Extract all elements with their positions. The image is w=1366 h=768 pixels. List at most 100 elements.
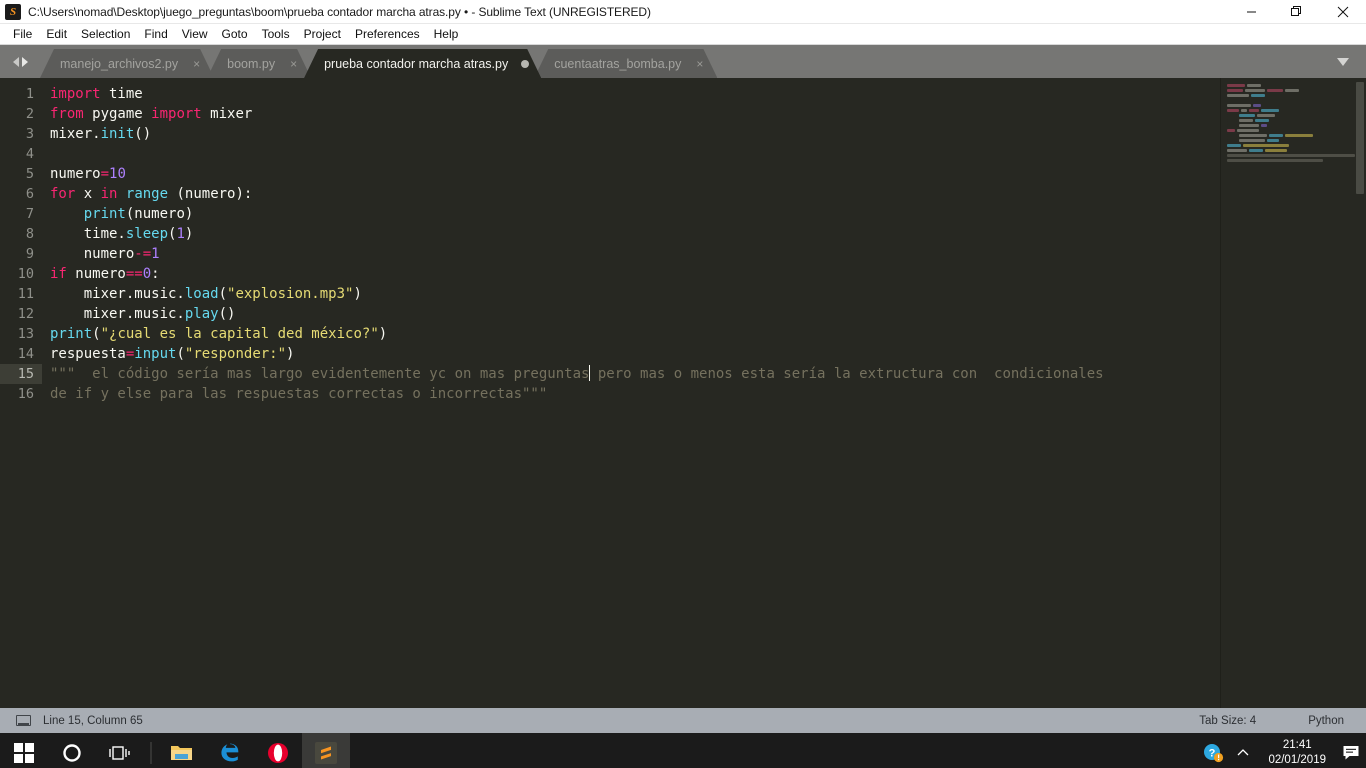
code-token: 10 — [109, 166, 126, 182]
code-line[interactable]: """ el código sería mas largo evidenteme… — [50, 364, 1366, 384]
tab-close-icon[interactable]: × — [288, 58, 299, 70]
code-token: numero — [50, 246, 135, 262]
menu-item-goto[interactable]: Goto — [215, 25, 255, 44]
code-line[interactable]: mixer.music.load("explosion.mp3") — [50, 284, 1366, 304]
code-token: range — [125, 186, 169, 202]
close-button[interactable] — [1320, 0, 1366, 24]
minimap-segment — [1245, 89, 1265, 92]
minimap-segment — [1227, 119, 1237, 122]
code-token: numero — [66, 266, 126, 282]
sublime-text-icon — [315, 742, 337, 764]
minimap-segment — [1227, 84, 1245, 87]
code-line[interactable]: respuesta=input("responder:") — [50, 344, 1366, 364]
code-token: import — [50, 86, 101, 102]
tab-close-icon[interactable]: × — [694, 58, 705, 70]
tab-inactive-1[interactable]: boom.py × — [207, 49, 311, 78]
code-minimap[interactable] — [1220, 78, 1366, 708]
code-token: : — [151, 266, 160, 282]
code-line[interactable]: print("¿cual es la capital ded méxico?") — [50, 324, 1366, 344]
menu-item-help[interactable]: Help — [427, 25, 466, 44]
code-line[interactable]: for x in range (numero): — [50, 184, 1366, 204]
minimap-segment — [1227, 134, 1237, 137]
windows-logo-icon — [13, 742, 35, 764]
code-line[interactable]: from pygame import mixer — [50, 104, 1366, 124]
code-line[interactable] — [50, 144, 1366, 164]
arrow-right-icon[interactable] — [21, 56, 28, 67]
code-line[interactable]: mixer.music.play() — [50, 304, 1366, 324]
action-center-button[interactable] — [1336, 733, 1366, 768]
code-line[interactable]: numero=10 — [50, 164, 1366, 184]
menu-item-edit[interactable]: Edit — [39, 25, 74, 44]
clock-button[interactable]: 21:41 02/01/2019 — [1258, 738, 1336, 768]
menu-item-selection[interactable]: Selection — [74, 25, 137, 44]
minimap-segment — [1227, 124, 1237, 127]
minimize-button[interactable] — [1228, 0, 1274, 24]
editor[interactable]: 1 2 3 4 5 6 7 8 9 10 11 12 13 14 15 16 import time from … — [0, 78, 1366, 708]
code-token: "responder:" — [184, 346, 287, 362]
code-token: 0 — [142, 266, 152, 282]
tab-label: cuentaatras_bomba.py — [554, 56, 682, 71]
minimap-segment — [1285, 134, 1313, 137]
code-content[interactable]: import time from pygame import mixer mixer… — [42, 78, 1366, 708]
maximize-restore-button[interactable] — [1274, 0, 1320, 24]
menu-item-find[interactable]: Find — [137, 25, 174, 44]
chevron-down-icon[interactable] — [1337, 57, 1349, 66]
tab-inactive-0[interactable]: manejo_archivos2.py × — [40, 49, 214, 78]
code-line[interactable]: import time — [50, 84, 1366, 104]
tab-inactive-3[interactable]: cuentaatras_bomba.py × — [534, 49, 717, 78]
syntax-label[interactable]: Python — [1308, 715, 1344, 727]
code-token: pero mas o menos esta sería la extructur… — [589, 366, 1104, 382]
code-line[interactable]: time.sleep(1) — [50, 224, 1366, 244]
line-number: 5 — [25, 166, 34, 182]
show-hidden-icons-button[interactable] — [1228, 733, 1258, 768]
tab-label: prueba contador marcha atras.py — [324, 56, 509, 71]
menu-item-preferences[interactable]: Preferences — [348, 25, 427, 44]
code-line[interactable]: if numero==0: — [50, 264, 1366, 284]
cortana-search-button[interactable] — [48, 733, 96, 768]
tab-close-icon[interactable]: × — [191, 58, 202, 70]
window-layout-icon[interactable] — [16, 715, 31, 726]
line-number: 13 — [17, 326, 34, 342]
code-token: () — [218, 306, 236, 322]
minimap-row — [1227, 84, 1362, 88]
code-token: (numero): — [168, 186, 253, 202]
minimap-segment — [1261, 109, 1279, 112]
code-line[interactable]: mixer.init() — [50, 124, 1366, 144]
microsoft-edge-button[interactable] — [206, 733, 254, 768]
code-line[interactable]: de if y else para las respuestas correct… — [50, 384, 1366, 404]
task-view-button[interactable] — [96, 733, 144, 768]
minimap-row — [1227, 94, 1362, 98]
tab-size-label[interactable]: Tab Size: 4 — [1199, 715, 1256, 727]
menu-item-project[interactable]: Project — [297, 25, 348, 44]
help-question-button[interactable]: ? — [1198, 733, 1228, 768]
code-line[interactable]: numero-=1 — [50, 244, 1366, 264]
code-line[interactable]: print(numero) — [50, 204, 1366, 224]
minimap-row — [1227, 149, 1362, 153]
code-token: init — [100, 126, 135, 142]
code-token: ( — [218, 286, 228, 302]
minimap-segment — [1253, 104, 1261, 107]
minimap-segment — [1239, 114, 1255, 117]
arrow-left-icon[interactable] — [12, 56, 19, 67]
tab-active-2[interactable]: prueba contador marcha atras.py — [304, 49, 541, 78]
minimap-segment — [1247, 84, 1261, 87]
line-number: 10 — [17, 266, 34, 282]
menu-item-file[interactable]: File — [6, 25, 39, 44]
opera-button[interactable] — [254, 733, 302, 768]
minimap-row — [1227, 104, 1362, 108]
sublime-text-button[interactable] — [302, 733, 350, 768]
tab-navigation-arrows[interactable] — [0, 45, 40, 78]
minimap-scrollbar[interactable] — [1356, 82, 1364, 194]
code-token: ( — [92, 326, 101, 342]
menu-item-view[interactable]: View — [175, 25, 215, 44]
minimap-segment — [1267, 89, 1283, 92]
start-button[interactable] — [0, 733, 48, 768]
menu-item-tools[interactable]: Tools — [255, 25, 297, 44]
file-explorer-button[interactable] — [158, 733, 206, 768]
tab-label: manejo_archivos2.py — [60, 56, 179, 71]
minimap-segment — [1249, 149, 1263, 152]
code-token: ( — [176, 346, 185, 362]
tab-modified-dot-icon[interactable] — [521, 59, 530, 68]
tab-overflow-button[interactable] — [1320, 45, 1366, 78]
